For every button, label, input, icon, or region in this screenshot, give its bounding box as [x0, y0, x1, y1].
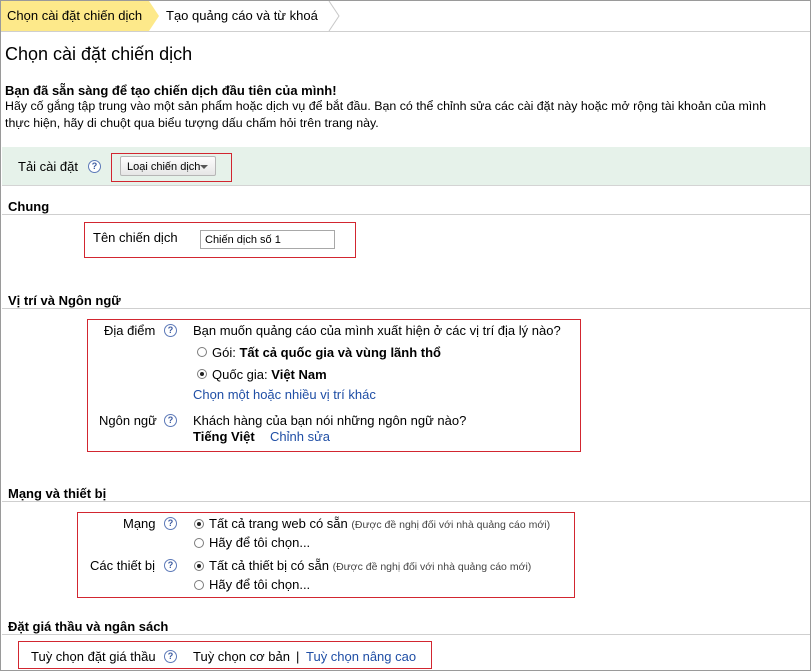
language-edit-link[interactable]: Chỉnh sửa	[270, 429, 330, 444]
radio-all-devices[interactable]	[194, 561, 204, 571]
section-heading-location-language: Vị trí và Ngôn ngữ	[8, 293, 121, 308]
option-all-devices-note: (Được đề nghị đối với nhà quảng cáo mới)	[332, 561, 532, 573]
option-country-value: Việt Nam	[271, 367, 327, 382]
breadcrumb-step-select-settings[interactable]: Chọn cài đặt chiến dịch	[1, 1, 159, 31]
location-label: Địa điểm	[104, 323, 156, 338]
network-label: Mạng	[123, 516, 156, 531]
divider	[2, 634, 810, 635]
location-question: Bạn muốn quảng cáo của mình xuất hiện ở …	[193, 323, 561, 338]
load-settings-label: Tải cài đặt	[18, 159, 78, 174]
campaign-name-label: Tên chiến dịch	[93, 230, 178, 245]
devices-label: Các thiết bị	[90, 558, 156, 573]
help-icon[interactable]: ?	[164, 559, 177, 572]
breadcrumb-arrow-icon	[149, 1, 159, 31]
intro-text: Hãy cố gắng tập trung vào một sản phẩm h…	[5, 98, 810, 132]
breadcrumb-step2-label: Tạo quảng cáo và từ khoá	[166, 8, 318, 23]
divider	[2, 308, 810, 309]
option-all-websites[interactable]: Tất cả trang web có sẵn (Được đề nghị đố…	[209, 516, 550, 531]
intro-line-1: Hãy cố gắng tập trung vào một sản phẩm h…	[5, 99, 767, 113]
breadcrumb: Chọn cài đặt chiến dịch Tạo quảng cáo và…	[1, 1, 810, 32]
option-all-countries-prefix: Gói:	[212, 345, 236, 360]
bidding-option-label: Tuỳ chọn đặt giá thầu	[31, 649, 156, 664]
section-heading-bidding-budget: Đặt giá thầu và ngân sách	[8, 619, 169, 634]
chevron-down-icon	[200, 165, 208, 169]
radio-let-me-choose-network[interactable]	[194, 538, 204, 548]
intro-line-2: thực hiện, hãy di chuột qua biểu tượng d…	[5, 116, 379, 130]
bidding-basic-option[interactable]: Tuỳ chọn cơ bản	[193, 649, 290, 664]
intro-heading: Bạn đã sẵn sàng để tạo chiến dịch đầu ti…	[5, 83, 337, 98]
help-icon[interactable]: ?	[164, 324, 177, 337]
campaign-settings-page: Chọn cài đặt chiến dịch Tạo quảng cáo và…	[0, 0, 811, 671]
language-label: Ngôn ngữ	[99, 413, 157, 428]
option-all-websites-label: Tất cả trang web có sẵn	[209, 516, 348, 531]
language-question: Khách hàng của bạn nói những ngôn ngữ nà…	[193, 413, 467, 428]
campaign-type-dropdown[interactable]: Loại chiến dịch	[120, 156, 216, 176]
radio-country[interactable]	[197, 369, 207, 379]
breadcrumb-step1-label: Chọn cài đặt chiến dịch	[7, 8, 143, 23]
option-all-websites-note: (Được đề nghị đối với nhà quảng cáo mới)	[351, 519, 551, 531]
option-all-countries-value: Tất cả quốc gia và vùng lãnh thổ	[239, 345, 441, 360]
radio-all-countries[interactable]	[197, 347, 207, 357]
help-icon[interactable]: ?	[164, 517, 177, 530]
section-heading-general: Chung	[8, 199, 50, 214]
language-value: Tiếng Việt	[193, 429, 255, 444]
breadcrumb-chevron-icon	[328, 1, 340, 31]
radio-all-websites[interactable]	[194, 519, 204, 529]
option-let-me-choose-network[interactable]: Hãy để tôi chọn...	[209, 535, 310, 550]
help-icon[interactable]: ?	[88, 160, 101, 173]
highlight-box-location-language	[87, 319, 581, 452]
bidding-advanced-link[interactable]: Tuỳ chọn nâng cao	[306, 649, 416, 664]
page-title: Chọn cài đặt chiến dịch	[5, 44, 193, 64]
divider	[2, 501, 810, 502]
help-icon[interactable]: ?	[164, 414, 177, 427]
option-let-me-choose-devices[interactable]: Hãy để tôi chọn...	[209, 577, 310, 592]
option-country[interactable]: Quốc gia: Việt Nam	[212, 367, 327, 382]
option-all-devices-label: Tất cả thiết bị có sẵn	[209, 558, 329, 573]
breadcrumb-step-create-ads[interactable]: Tạo quảng cáo và từ khoá	[166, 1, 318, 31]
bidding-separator: |	[296, 649, 300, 664]
section-heading-networks-devices: Mạng và thiết bị	[8, 486, 107, 501]
option-all-countries[interactable]: Gói: Tất cả quốc gia và vùng lãnh thổ	[212, 345, 441, 360]
divider	[2, 214, 810, 215]
option-country-prefix: Quốc gia:	[212, 367, 268, 382]
campaign-type-dropdown-label: Loại chiến dịch	[127, 161, 201, 173]
option-all-devices[interactable]: Tất cả thiết bị có sẵn (Được đề nghị đối…	[209, 558, 531, 573]
radio-let-me-choose-devices[interactable]	[194, 580, 204, 590]
choose-locations-link[interactable]: Chọn một hoặc nhiều vị trí khác	[193, 387, 376, 402]
campaign-name-input[interactable]	[200, 230, 335, 249]
help-icon[interactable]: ?	[164, 650, 177, 663]
